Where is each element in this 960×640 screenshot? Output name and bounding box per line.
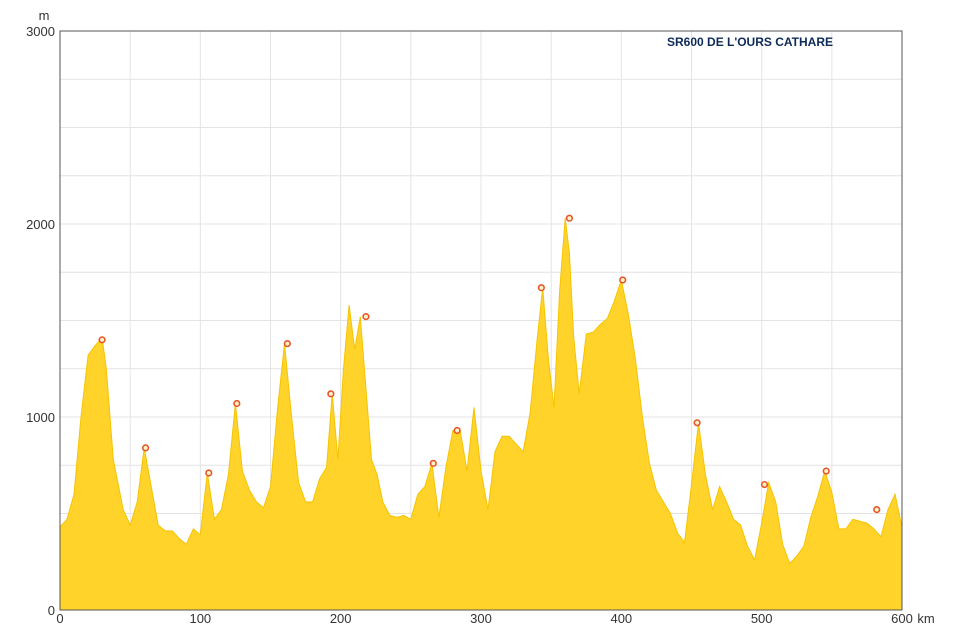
x-tick-label: 400 (610, 611, 632, 626)
summit-marker (873, 506, 881, 514)
elevation-chart: 0 1000 2000 3000 0 100 200 300 400 500 600 SR600 D… (26, 8, 935, 626)
y-tick-label: 1000 (26, 410, 55, 425)
summit-marker (619, 276, 627, 284)
summit-marker (362, 313, 370, 321)
summit-marker (822, 467, 830, 475)
x-tick-label: 200 (330, 611, 352, 626)
x-unit-label: km (917, 611, 934, 626)
x-tick-label: 500 (751, 611, 773, 626)
y-tick-label: 3000 (26, 24, 55, 39)
x-tick-label: 0 (56, 611, 63, 626)
y-tick-label: 0 (48, 603, 55, 618)
chart-title: SR600 DE L'OURS CATHARE (667, 35, 833, 49)
summit-marker (760, 480, 769, 489)
summit-marker (453, 426, 461, 435)
summit-marker (98, 336, 106, 344)
summit-marker (565, 214, 574, 222)
y-tick-label: 2000 (26, 217, 55, 232)
summit-marker (205, 469, 213, 477)
summit-marker (283, 340, 291, 348)
x-tick-label: 300 (470, 611, 492, 626)
x-tick-label: 100 (189, 611, 211, 626)
summit-marker (327, 390, 335, 398)
y-unit-label: m (39, 8, 50, 23)
summit-marker (693, 419, 701, 427)
summit-marker (429, 459, 437, 467)
summit-marker (142, 444, 150, 452)
summit-marker (233, 399, 241, 408)
x-tick-label: 600 (891, 611, 913, 626)
summit-markers (98, 214, 881, 514)
summit-marker (537, 284, 545, 292)
